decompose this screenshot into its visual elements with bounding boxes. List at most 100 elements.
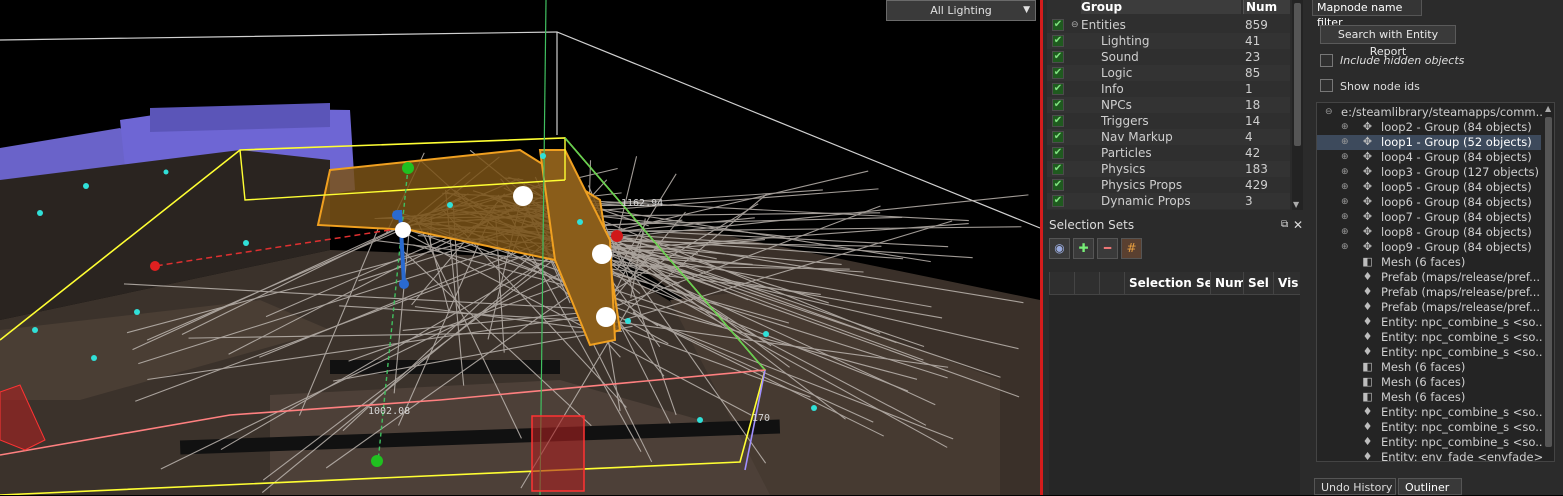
visibility-checkbox[interactable]: ✔ [1052,195,1064,207]
visibility-checkbox[interactable]: ✔ [1052,51,1064,63]
visgroup-row[interactable]: ✔ Physics 183 [1047,161,1290,177]
column-header-group[interactable]: Group [1081,0,1241,14]
visgroup-row[interactable]: ✔ Triggers 14 [1047,113,1290,129]
visgroup-row[interactable]: ✔ Info 1 [1047,81,1290,97]
visibility-checkbox[interactable]: ✔ [1052,67,1064,79]
outliner-item[interactable]: ⊕ ✥ loop2 - Group (84 objects) [1317,120,1541,135]
gizmo-handle[interactable] [395,222,411,238]
close-icon[interactable]: ✕ [1293,216,1303,234]
outliner-item[interactable]: ⊕ ✥ loop4 - Group (84 objects) [1317,150,1541,165]
gizmo-handle[interactable] [399,279,409,289]
outliner-item[interactable]: ⊕ ✥ loop9 - Group (84 objects) [1317,240,1541,255]
mapnode-filter-tab[interactable]: Mapnode name filter [1312,0,1422,29]
expand-icon[interactable]: ⊕ [1341,135,1349,150]
outliner-item[interactable]: ♦ Entity: npc_combine_s <so... [1317,330,1547,345]
visibility-checkbox[interactable]: ✔ [1052,83,1064,95]
visgroup-row[interactable]: ✔ Nav Markup 4 [1047,129,1290,145]
outliner-item[interactable]: ♦ Entity: npc_combine_s <so... [1317,420,1547,435]
outliner-item[interactable]: ♦ Prefab (maps/release/pref... [1317,270,1541,285]
column-header-vis[interactable]: Vis [1273,272,1300,294]
scrollbar-thumb[interactable] [1545,117,1552,447]
outliner-item[interactable]: ♦ Entity: env_fade <envfade> [1317,450,1544,461]
show-node-ids-checkbox[interactable] [1320,79,1333,92]
visibility-checkbox[interactable]: ✔ [1052,179,1064,191]
column-header-sel[interactable]: Sel [1243,272,1273,294]
visgroup-row[interactable]: ✔ Dynamic Props 3 [1047,193,1290,209]
expand-icon[interactable]: ⊕ [1341,165,1349,180]
visibility-checkbox[interactable]: ✔ [1052,147,1064,159]
gizmo-handle[interactable] [371,455,383,467]
expand-icon[interactable]: ⊕ [1341,225,1349,240]
column-header-blank[interactable] [1074,272,1099,294]
gizmo-handle[interactable] [402,162,414,174]
search-entity-report-button[interactable]: Search with Entity Report [1320,25,1456,58]
outliner-item[interactable]: ⊕ ✥ loop8 - Group (84 objects) [1317,225,1541,240]
3d-viewport[interactable]: 1162.94 1002.08 170 All Lighting ▼ [0,0,1040,495]
visibility-checkbox[interactable]: ✔ [1052,99,1064,111]
outliner-item[interactable]: ◧ Mesh (6 faces) [1317,360,1541,375]
column-header-num[interactable]: Num [1243,0,1290,14]
gizmo-handle[interactable] [392,210,402,220]
scroll-down-icon[interactable]: ▼ [1293,200,1299,209]
outliner-item[interactable]: ♦ Prefab (maps/release/pref... [1317,285,1541,300]
column-header-set-name[interactable]: Selection Se [1124,272,1210,294]
outliner-item[interactable]: ⊕ ✥ loop3 - Group (127 objects) [1317,165,1541,180]
outliner-tree[interactable]: ⊖ e:/steamlibrary/steamapps/comm... ⊕ ✥ lo… [1316,102,1555,462]
gizmo-handle[interactable] [513,186,533,206]
outliner-scrollbar[interactable]: ▲ [1543,103,1554,461]
tab-undo-history[interactable]: Undo History [1314,478,1396,495]
door-brush[interactable] [531,415,585,492]
tab-outliner[interactable]: Outliner [1398,478,1462,495]
visibility-checkbox[interactable]: ✔ [1052,19,1064,31]
outliner-item[interactable]: ♦ Entity: npc_combine_s <so... [1317,435,1547,450]
outliner-item[interactable]: ⊕ ✥ loop7 - Group (84 objects) [1317,210,1541,225]
visgroup-row[interactable]: ✔ NPCs 18 [1047,97,1290,113]
grid-icon[interactable]: # [1121,238,1142,259]
outliner-item[interactable]: ◧ Mesh (6 faces) [1317,390,1541,405]
visgroup-row[interactable]: ✔ ⊖ Entities 859 [1047,17,1290,33]
visibility-checkbox[interactable]: ✔ [1052,35,1064,47]
collapse-icon[interactable]: ⊖ [1071,17,1079,33]
visgroup-row[interactable]: ✔ Logic 85 [1047,65,1290,81]
gizmo-handle[interactable] [611,230,623,242]
outliner-item[interactable]: ⊕ ✥ loop6 - Group (84 objects) [1317,195,1541,210]
visgroup-row[interactable]: ✔ Lighting 41 [1047,33,1290,49]
outliner-item[interactable]: ♦ Entity: npc_combine_s <so... [1317,315,1547,330]
gizmo-handle[interactable] [150,261,160,271]
scene-render[interactable]: 1162.94 1002.08 170 [0,0,1040,495]
column-header-num[interactable]: Num [1210,272,1243,294]
expand-icon[interactable]: ⊕ [1341,180,1349,195]
outliner-item[interactable]: ♦ Prefab (maps/release/pref... [1317,300,1541,315]
selection-sets-list[interactable] [1049,295,1300,495]
undock-icon[interactable]: ⧉ [1281,216,1288,234]
visgroup-row[interactable]: ✔ Sound 23 [1047,49,1290,65]
outliner-item[interactable]: ◧ Mesh (6 faces) [1317,255,1541,270]
add-set-icon[interactable]: ✚ [1073,238,1094,259]
visibility-checkbox[interactable]: ✔ [1052,131,1064,143]
include-hidden-checkbox[interactable] [1320,54,1333,67]
visgroup-row[interactable]: ✔ Particles 42 [1047,145,1290,161]
lighting-mode-dropdown[interactable]: All Lighting ▼ [886,0,1036,21]
outliner-item[interactable]: ⊕ ✥ loop5 - Group (84 objects) [1317,180,1541,195]
outliner-item[interactable]: ♦ Entity: npc_combine_s <so... [1317,345,1547,360]
collapse-icon[interactable]: ⊖ [1325,105,1333,120]
expand-icon[interactable]: ⊕ [1341,195,1349,210]
scroll-up-icon[interactable]: ▲ [1545,104,1551,113]
visibility-checkbox[interactable]: ✔ [1052,163,1064,175]
eye-icon[interactable]: ◉ [1049,238,1070,259]
expand-icon[interactable]: ⊕ [1341,150,1349,165]
remove-set-icon[interactable]: ━ [1097,238,1118,259]
outliner-item[interactable]: ♦ Entity: npc_combine_s <so... [1317,405,1547,420]
tree-root[interactable]: ⊖ e:/steamlibrary/steamapps/comm... [1317,105,1547,120]
column-header-blank[interactable] [1099,272,1124,294]
visgroup-row[interactable]: ✔ Physics Props 429 [1047,177,1290,193]
gizmo-handle[interactable] [596,307,616,327]
visgroup-scrollbar[interactable]: ▼ [1292,0,1303,210]
expand-icon[interactable]: ⊕ [1341,240,1349,255]
gizmo-handle[interactable] [592,244,612,264]
outliner-item[interactable]: ◧ Mesh (6 faces) [1317,375,1541,390]
expand-icon[interactable]: ⊕ [1341,210,1349,225]
scrollbar-thumb[interactable] [1294,3,1301,146]
column-header-blank[interactable] [1049,272,1074,294]
expand-icon[interactable]: ⊕ [1341,120,1349,135]
